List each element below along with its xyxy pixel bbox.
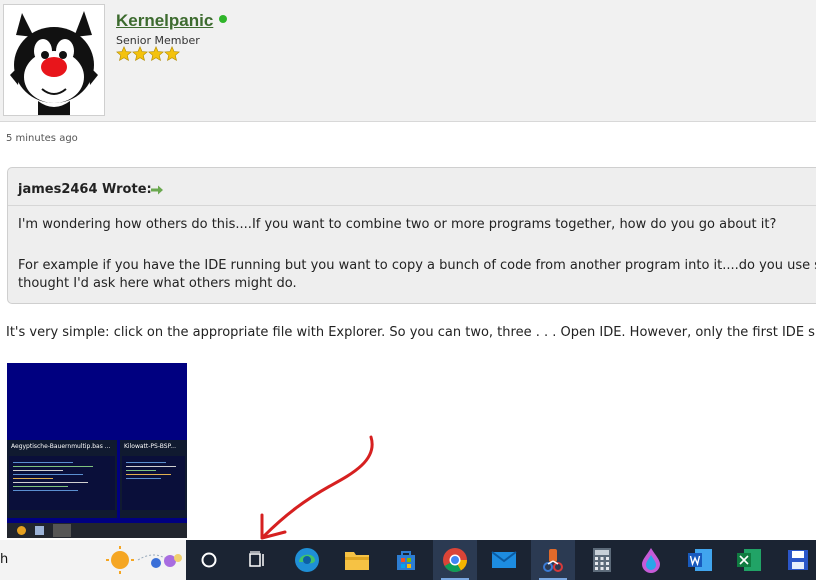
taskbar-search-box[interactable]: h bbox=[0, 540, 186, 580]
cortana-button[interactable] bbox=[187, 540, 231, 580]
quote-text-line: I'm wondering how others do this....If y… bbox=[18, 217, 777, 232]
paint-button[interactable] bbox=[629, 540, 673, 580]
task-view-icon bbox=[249, 551, 264, 567]
thumbnail-title: Kilowatt-PS-BSP... bbox=[124, 443, 176, 450]
file-explorer-button[interactable] bbox=[335, 540, 379, 580]
weather-icon[interactable] bbox=[106, 546, 182, 574]
qb64-button[interactable] bbox=[531, 540, 575, 580]
rank-star-icon bbox=[132, 46, 148, 62]
post-header: Kernelpanic Senior Member bbox=[0, 0, 816, 122]
search-text: h bbox=[0, 552, 9, 567]
rank-star-icon bbox=[148, 46, 164, 62]
thumbnail-title: Aegyptische-Bauernmultip.bas ... bbox=[11, 443, 111, 450]
quote-text-line: For example if you have the IDE running … bbox=[18, 258, 816, 273]
thumbnail-preview bbox=[122, 456, 185, 510]
window-thumbnail: Aegyptische-Bauernmultip.bas ... bbox=[7, 440, 117, 518]
avatar[interactable] bbox=[3, 4, 105, 116]
edge-icon bbox=[295, 548, 319, 572]
chrome-button[interactable] bbox=[433, 540, 477, 580]
reply-text: It's very simple: click on the appropria… bbox=[6, 325, 816, 340]
cortana-icon bbox=[201, 552, 217, 568]
chrome-icon bbox=[443, 548, 467, 573]
thumbnail-preview bbox=[9, 456, 115, 510]
mini-taskbar bbox=[7, 523, 187, 538]
calculator-button[interactable] bbox=[580, 540, 624, 580]
task-view-button[interactable] bbox=[235, 540, 279, 580]
store-icon bbox=[397, 551, 415, 570]
qb64-icon bbox=[543, 549, 563, 572]
excel-button[interactable] bbox=[727, 540, 771, 580]
store-button[interactable] bbox=[384, 540, 428, 580]
window-thumbnail: Kilowatt-PS-BSP... bbox=[120, 440, 187, 518]
word-button[interactable] bbox=[678, 540, 722, 580]
paint-icon bbox=[642, 548, 660, 573]
file-explorer-icon bbox=[345, 552, 369, 570]
post-timestamp: 5 minutes ago bbox=[6, 133, 78, 144]
rank-stars bbox=[116, 46, 180, 64]
quote-block: james2464 Wrote: I'm wondering how other… bbox=[7, 167, 816, 304]
save-icon bbox=[788, 550, 808, 570]
online-status-dot bbox=[219, 15, 227, 23]
mail-icon bbox=[491, 551, 517, 568]
quote-author: james2464 Wrote: bbox=[18, 182, 152, 197]
mail-button[interactable] bbox=[482, 540, 526, 580]
word-icon bbox=[688, 549, 712, 571]
embedded-screenshot[interactable]: Aegyptische-Bauernmultip.bas ... Kilowat… bbox=[7, 363, 187, 538]
calculator-icon bbox=[593, 548, 611, 572]
quote-divider bbox=[8, 205, 816, 206]
save-button[interactable] bbox=[776, 540, 816, 580]
rank-star-icon bbox=[164, 46, 180, 62]
edge-button[interactable] bbox=[285, 540, 329, 580]
avatar-image bbox=[10, 11, 98, 115]
windows-taskbar: h bbox=[0, 540, 816, 580]
go-to-quote-icon[interactable] bbox=[150, 185, 164, 195]
quote-text-line: thought I'd ask here what others might d… bbox=[18, 276, 297, 291]
excel-icon bbox=[737, 549, 761, 571]
username-link[interactable]: Kernelpanic bbox=[116, 11, 213, 31]
rank-star-icon bbox=[116, 46, 132, 62]
